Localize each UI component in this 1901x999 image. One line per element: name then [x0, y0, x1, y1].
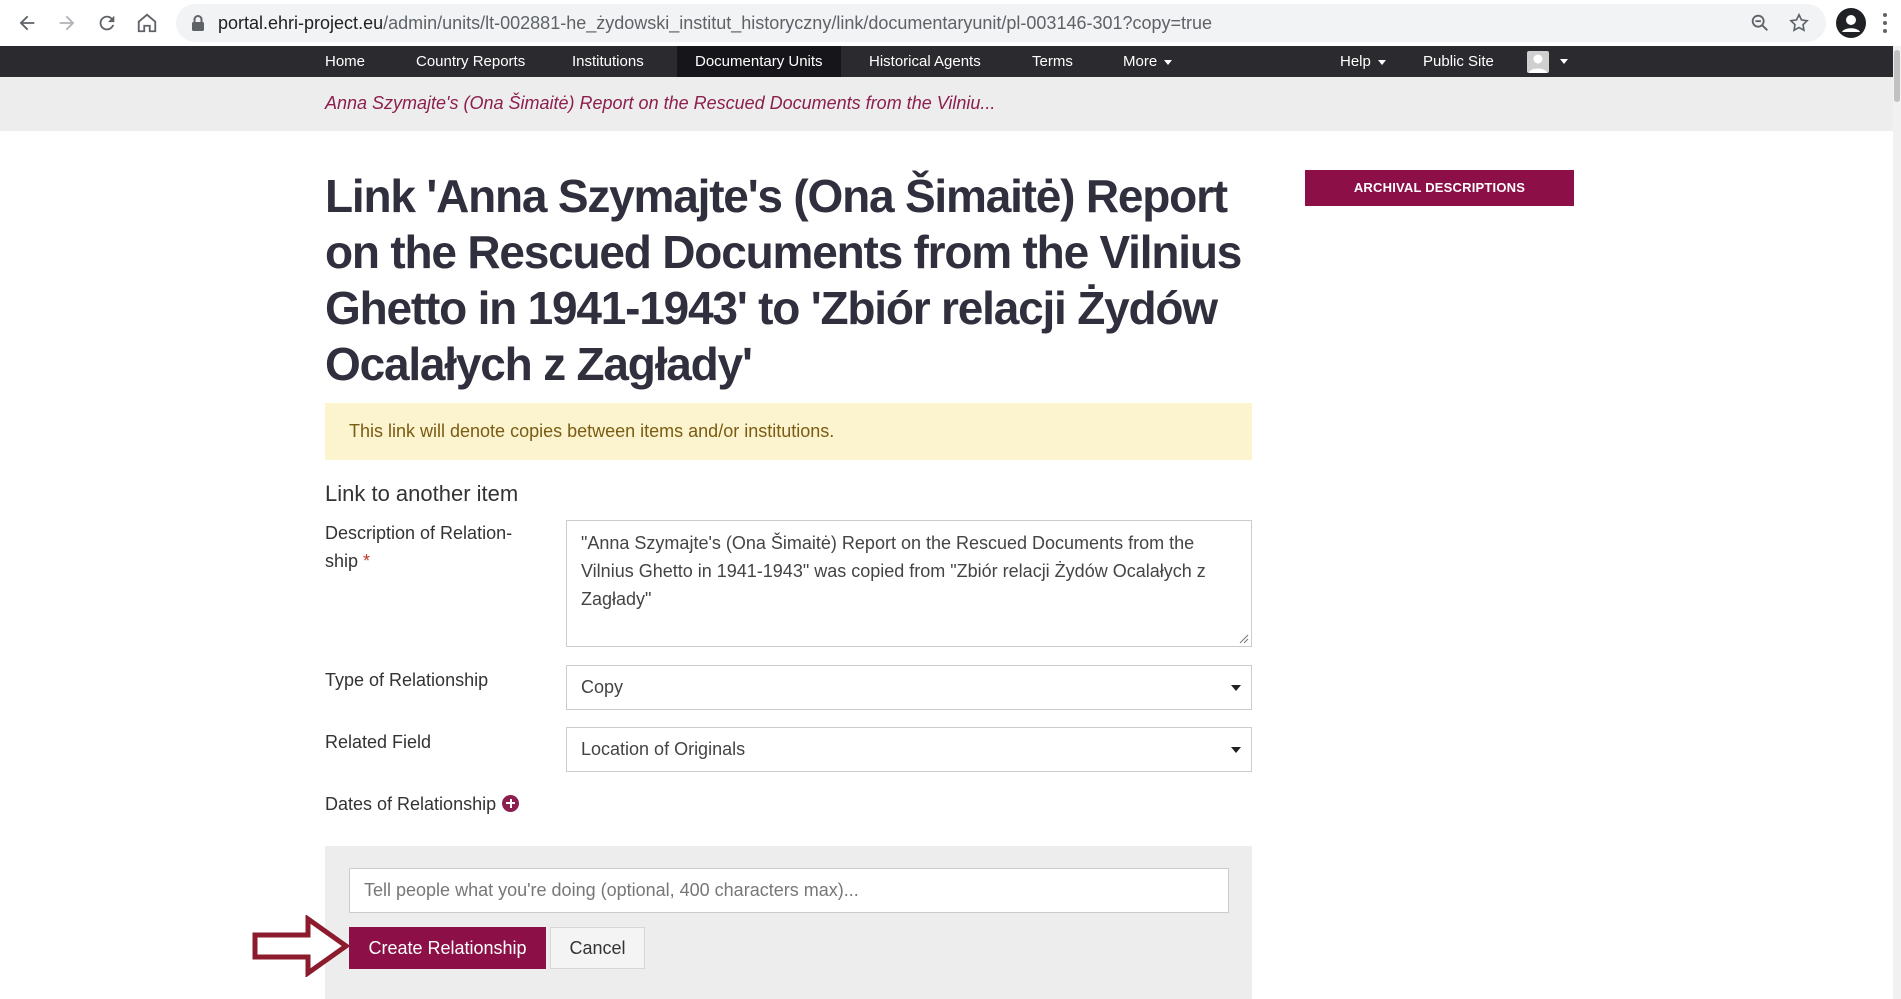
arrow-annotation: [252, 915, 350, 977]
dates-label: Dates of Relationship: [325, 790, 520, 818]
breadcrumb: Anna Szymajte's (Ona Šimaitė) Report on …: [0, 77, 1901, 131]
lock-icon: [192, 15, 204, 31]
breadcrumb-link[interactable]: Anna Szymajte's (Ona Šimaitė) Report on …: [325, 93, 995, 114]
info-alert: This link will denote copies between ite…: [325, 403, 1252, 460]
profile-icon[interactable]: [1836, 8, 1866, 38]
reload-icon[interactable]: [92, 8, 122, 38]
back-icon[interactable]: [12, 8, 42, 38]
related-field-select[interactable]: Location of Originals: [566, 727, 1252, 772]
archival-descriptions-button[interactable]: ARCHIVAL DESCRIPTIONS: [1305, 170, 1574, 206]
zoom-icon[interactable]: [1749, 12, 1771, 34]
related-field-select-value: Location of Originals: [581, 739, 746, 759]
nav-home[interactable]: Home: [307, 46, 383, 77]
description-value: "Anna Szymajte's (Ona Šimaitė) Report on…: [581, 533, 1206, 609]
chevron-down-icon: [1231, 747, 1241, 753]
nav-country-reports[interactable]: Country Reports: [398, 46, 543, 77]
page-title: Link 'Anna Szymajte's (Ona Šimaitė) Repo…: [325, 170, 1242, 390]
portal-nav: Home Country Reports Institutions Docume…: [0, 46, 1901, 77]
plus-circle-icon[interactable]: [502, 794, 520, 812]
home-icon[interactable]: [132, 8, 162, 38]
cancel-button[interactable]: Cancel: [550, 927, 645, 969]
nav-help-label: Help: [1340, 53, 1371, 70]
type-label: Type of Relationship: [325, 670, 489, 690]
menu-icon[interactable]: [1880, 10, 1890, 36]
nav-institutions[interactable]: Institutions: [554, 46, 662, 77]
form-actions-panel: Tell people what you're doing (optional,…: [325, 846, 1252, 999]
create-relationship-button[interactable]: Create Relationship: [349, 927, 546, 969]
url-text: portal.ehri-project.eu/admin/units/lt-00…: [218, 13, 1213, 33]
type-select[interactable]: Copy: [566, 665, 1252, 710]
browser-toolbar: portal.ehri-project.eu/admin/units/lt-00…: [0, 0, 1901, 47]
description-label-line2: ship: [325, 551, 359, 571]
description-textarea[interactable]: "Anna Szymajte's (Ona Šimaitė) Report on…: [566, 520, 1252, 647]
nav-more-label: More: [1123, 53, 1158, 70]
avatar[interactable]: [1527, 51, 1549, 73]
related-field-label: Related Field: [325, 732, 432, 752]
description-label-line1: Description of Relation-: [325, 523, 513, 543]
section-title: Link to another item: [325, 481, 519, 506]
scrollbar[interactable]: [1893, 46, 1901, 999]
nav-public-site[interactable]: Public Site: [1405, 46, 1512, 77]
nav-terms[interactable]: Terms: [1014, 46, 1091, 77]
chevron-down-icon[interactable]: [1560, 59, 1568, 64]
chevron-down-icon: [1377, 59, 1386, 65]
nav-help[interactable]: Help: [1322, 46, 1404, 77]
required-mark: *: [363, 551, 371, 571]
star-icon[interactable]: [1788, 12, 1810, 34]
comment-input[interactable]: Tell people what you're doing (optional,…: [349, 868, 1229, 913]
scrollbar-thumb[interactable]: [1894, 50, 1900, 102]
address-bar[interactable]: portal.ehri-project.eu/admin/units/lt-00…: [176, 4, 1826, 42]
chevron-down-icon: [1231, 685, 1241, 691]
dates-label-text: Dates of Relationship: [325, 794, 497, 814]
nav-historical-agents[interactable]: Historical Agents: [851, 46, 999, 77]
description-label: Description of Relation- ship *: [325, 519, 512, 575]
nav-documentary-units[interactable]: Documentary Units: [677, 46, 841, 77]
chevron-down-icon: [1164, 59, 1173, 65]
nav-more[interactable]: More: [1105, 46, 1190, 77]
type-select-value: Copy: [581, 677, 624, 697]
resize-grip-icon[interactable]: [1239, 634, 1249, 644]
forward-icon[interactable]: [52, 8, 82, 38]
